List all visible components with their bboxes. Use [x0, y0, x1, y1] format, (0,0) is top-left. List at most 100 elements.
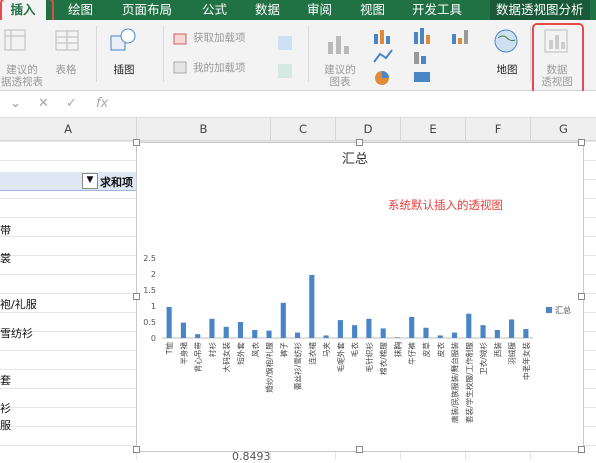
recommended-charts-label-2: 图表 — [329, 76, 351, 88]
row-label-fragment: 裳 — [0, 252, 11, 265]
resize-handle[interactable] — [133, 293, 140, 300]
chart-bar — [394, 337, 401, 338]
tab-review[interactable]: 审阅 — [307, 0, 332, 20]
resize-handle[interactable] — [578, 139, 585, 146]
x-tick-label: 西装 — [492, 342, 502, 358]
x-tick-label: 连衣裙 — [307, 342, 317, 365]
chart-bar — [309, 274, 315, 338]
chart-bar — [352, 325, 358, 338]
illustrations-button[interactable]: 插图 — [104, 64, 144, 76]
table-button[interactable]: 表格 — [48, 64, 84, 76]
pivot-chart[interactable]: 汇总 0 0.5 1 1.5 2 2.5 T恤 半身裙 背心吊带 衬衫 大码女装 短外套 风衣 婚纱/旗袍/… — [136, 142, 584, 452]
x-tick-label: 牛仔裤 — [407, 342, 417, 365]
get-addins-button[interactable]: 获取加载项 — [193, 32, 273, 44]
x-tick-label: 半身裙 — [178, 342, 188, 365]
x-tick-label: 蕾丝衫/雪纺衫 — [293, 342, 303, 391]
x-tick-label: 毛针织衫 — [364, 342, 374, 373]
x-tick-label: 婚纱/旗袍/礼服 — [264, 342, 274, 393]
resize-handle[interactable] — [133, 139, 140, 146]
row-label-fragment: 袍/礼服 — [0, 298, 37, 311]
pivot-filter-dropdown-icon[interactable]: ▼ — [82, 173, 98, 189]
x-tick-label: 毛呢外套 — [335, 342, 345, 373]
chart-bar — [380, 328, 386, 338]
chart-bar — [466, 313, 472, 338]
chart-bar — [266, 330, 272, 338]
shapes-icon — [110, 28, 136, 51]
y-tick-label: 1 — [151, 302, 156, 311]
x-tick-label: 风衣 — [250, 342, 260, 358]
y-tick-label: 1.5 — [143, 286, 156, 295]
store-icon — [173, 33, 187, 45]
tab-formulas[interactable]: 公式 — [202, 0, 227, 20]
x-tick-label: 衬衫 — [207, 342, 217, 358]
column-header-c[interactable]: C — [271, 118, 336, 140]
tab-developer[interactable]: 开发工具 — [412, 0, 462, 20]
column-header-d[interactable]: D — [336, 118, 401, 140]
map-button[interactable]: 地图 — [494, 64, 520, 76]
cancel-icon[interactable]: ✕ — [38, 96, 49, 111]
chart-bar — [480, 325, 486, 338]
column-header-a[interactable]: A — [0, 118, 137, 140]
row-label-fragment: 带 — [0, 224, 11, 237]
tab-data[interactable]: 数据 — [255, 0, 280, 20]
column-header-b[interactable]: B — [137, 118, 271, 140]
chart-bar — [323, 335, 329, 338]
resize-handle[interactable] — [133, 446, 140, 453]
chart-bar — [409, 316, 415, 338]
recommended-charts-button[interactable]: 建议的 图表 — [318, 64, 362, 88]
chart-bar — [294, 332, 301, 338]
pivot-chart-highlight — [532, 23, 584, 95]
row-label-fragment: 雪纺衫 — [0, 327, 33, 340]
chart-bar — [451, 332, 458, 338]
formula-bar: ⌄ ✕ ✓ fx — [0, 91, 596, 118]
chart-title: 汇总 — [342, 152, 368, 167]
bing-maps-icon — [278, 64, 292, 78]
formula-input[interactable] — [122, 96, 592, 112]
fx-icon[interactable]: fx — [96, 96, 108, 111]
tab-page-layout[interactable]: 页面布局 — [122, 0, 172, 20]
chart-bar — [195, 334, 201, 338]
column-header-e[interactable]: E — [401, 118, 466, 140]
row-label-fragment: 套 — [0, 374, 11, 387]
chart-bar — [252, 330, 258, 338]
x-tick-label: 皮衣 — [435, 342, 445, 358]
pivot-value-header: 求和项 — [100, 176, 133, 189]
tab-draw[interactable]: 绘图 — [68, 0, 93, 20]
column-header-f[interactable]: F — [466, 118, 531, 140]
tab-pivotchart-analyze[interactable]: 数据透视图分析 — [490, 0, 590, 20]
chart-bar — [223, 326, 229, 338]
x-tick-label: 套装/学生校服/工作制服 — [464, 342, 474, 423]
map-globe-icon — [494, 29, 518, 53]
recommended-pivot-button[interactable]: 建议的 据透视表 — [0, 64, 44, 88]
column-header-g[interactable]: G — [531, 118, 596, 140]
x-tick-label: 羽绒服 — [507, 342, 517, 365]
ribbon: 建议的 据透视表 表格 插图 获取加载项 我的加载项 建议的 图表 地图 数据 … — [0, 20, 596, 91]
resize-handle[interactable] — [356, 139, 363, 146]
chart-bar — [423, 327, 429, 338]
y-tick-label: 0.5 — [143, 318, 156, 327]
x-tick-label: 短外套 — [235, 342, 245, 365]
x-tick-label: 马夹 — [321, 342, 331, 358]
my-addins-button[interactable]: 我的加载项 — [193, 62, 273, 74]
name-box-dropdown-icon[interactable]: ⌄ — [10, 96, 21, 111]
x-tick-label: T恤 — [164, 342, 174, 356]
chart-bar — [437, 335, 443, 338]
chart-gallery-icons — [373, 28, 468, 85]
chart-bar — [523, 329, 529, 338]
chart-bar — [237, 322, 244, 338]
visio-icon — [278, 36, 292, 50]
chart-bar — [280, 302, 286, 338]
chart-bar — [209, 318, 215, 338]
legend-label: 汇总 — [555, 305, 571, 315]
tab-view[interactable]: 视图 — [360, 0, 385, 20]
resize-handle[interactable] — [578, 446, 585, 453]
enter-icon[interactable]: ✓ — [66, 96, 77, 111]
legend-swatch — [546, 307, 552, 313]
x-tick-label: 中老年女装 — [521, 342, 531, 380]
resize-handle[interactable] — [356, 446, 363, 453]
x-tick-label: 棉衣/棉服 — [378, 342, 388, 375]
y-tick-label: 2.5 — [143, 254, 156, 263]
x-tick-label: 背心吊带 — [193, 342, 203, 373]
resize-handle[interactable] — [578, 293, 585, 300]
recommended-charts-label-1: 建议的 — [324, 64, 356, 76]
